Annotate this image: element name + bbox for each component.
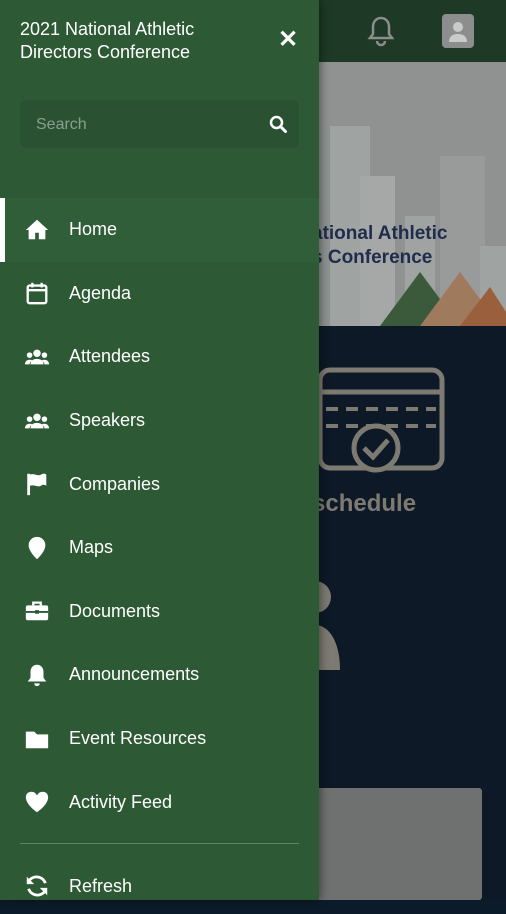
nav-item-label: Companies: [69, 473, 161, 494]
users-icon: [23, 407, 51, 435]
banner-logo-shapes: [380, 272, 506, 326]
search-icon[interactable]: [269, 115, 287, 133]
nav-item-label: Agenda: [69, 282, 132, 303]
briefcase-icon: [23, 597, 51, 625]
notifications-bell-icon[interactable]: [365, 14, 397, 48]
nav-item-label: Refresh: [69, 876, 133, 896]
nav-item-attendees[interactable]: Attendees: [0, 325, 319, 389]
nav-item-agenda[interactable]: Agenda: [0, 262, 319, 326]
nav-item-label: Documents: [69, 600, 161, 621]
nav-item-refresh[interactable]: Refresh: [0, 858, 319, 914]
close-button[interactable]: ✕: [276, 28, 300, 52]
nav-item-label: Attendees: [69, 346, 151, 367]
heart-icon: [23, 788, 51, 816]
menu-divider: [20, 843, 299, 844]
search-input[interactable]: [34, 100, 258, 150]
nav-item-speakers[interactable]: Speakers: [0, 389, 319, 453]
calendar-icon: [23, 279, 51, 307]
nav-item-label: Announcements: [69, 664, 200, 685]
users-icon: [23, 343, 51, 371]
content-card[interactable]: [312, 788, 482, 900]
nav-item-event-resources[interactable]: Event Resources: [0, 707, 319, 771]
home-icon: [23, 216, 51, 244]
nav-item-home[interactable]: Home: [0, 198, 319, 262]
schedule-calendar-icon[interactable]: [316, 364, 446, 474]
user-avatar[interactable]: [442, 14, 474, 48]
navigation-drawer: 2021 National Athletic Directors Confere…: [0, 0, 319, 900]
nav-item-label: Event Resources: [69, 728, 207, 749]
nav-item-maps[interactable]: Maps: [0, 516, 319, 580]
schedule-label[interactable]: schedule: [312, 490, 416, 518]
nav-item-documents[interactable]: Documents: [0, 580, 319, 644]
bell-icon: [23, 661, 51, 689]
nav-item-label: Activity Feed: [69, 791, 173, 812]
nav-menu: Home Agenda Attendees Speakers Companies: [0, 198, 319, 834]
nav-item-label: Speakers: [69, 410, 146, 431]
refresh-icon: [23, 872, 51, 900]
search-box[interactable]: [20, 100, 299, 150]
map-pin-icon: [23, 534, 51, 562]
drawer-title: 2021 National Athletic Directors Confere…: [20, 19, 195, 62]
nav-item-announcements[interactable]: Announcements: [0, 643, 319, 707]
flag-icon: [23, 470, 51, 498]
nav-item-label: Maps: [69, 537, 114, 558]
nav-item-activity-feed[interactable]: Activity Feed: [0, 770, 319, 834]
folder-icon: [23, 725, 51, 753]
nav-item-label: Home: [69, 219, 118, 240]
nav-item-companies[interactable]: Companies: [0, 452, 319, 516]
